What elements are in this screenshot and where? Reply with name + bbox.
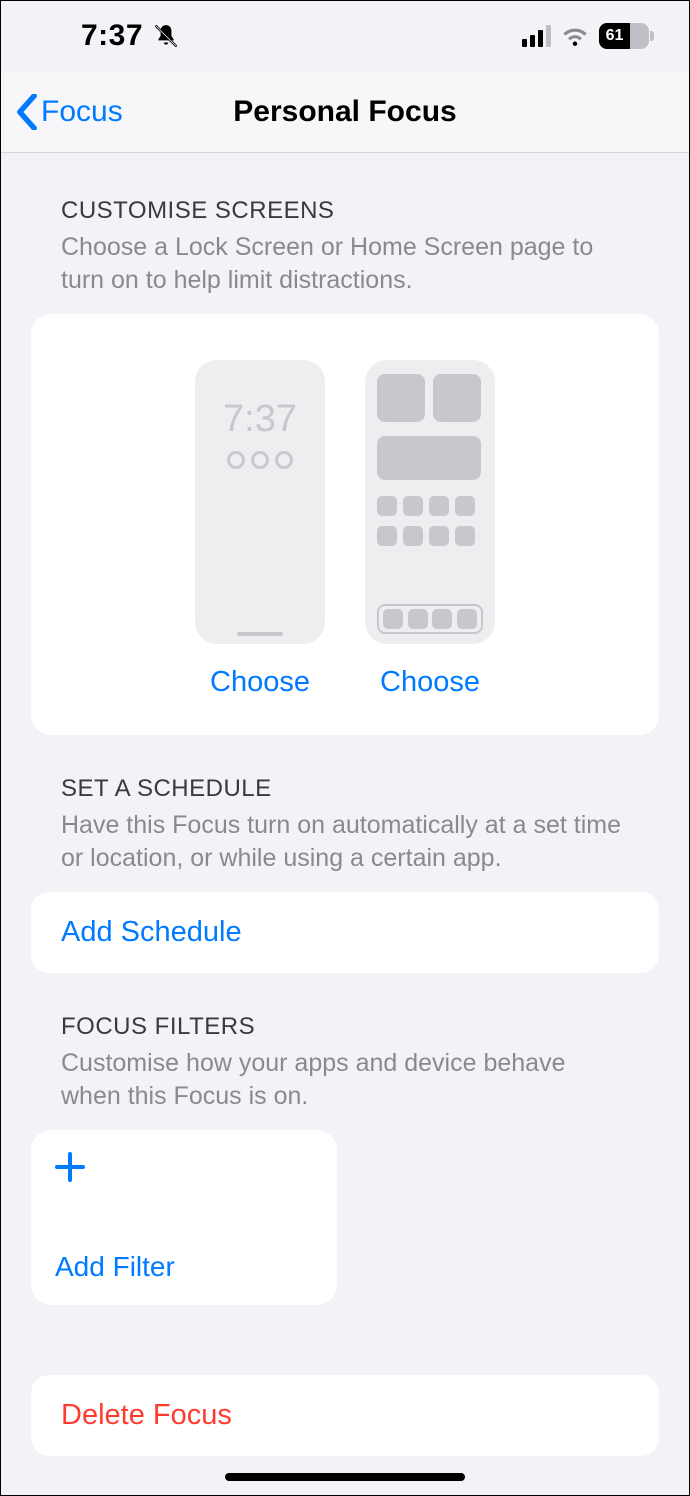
wifi-icon [561, 25, 589, 47]
home-screen-preview [365, 360, 495, 644]
add-schedule-button[interactable]: Add Schedule [31, 892, 659, 973]
choose-home-button[interactable]: Choose [380, 666, 480, 699]
plus-icon [55, 1152, 85, 1182]
back-button[interactable]: Focus [15, 94, 123, 130]
battery-level: 61 [599, 23, 630, 49]
status-time: 7:37 [81, 19, 143, 53]
screens-desc: Choose a Lock Screen or Home Screen page… [31, 231, 659, 314]
screens-header: Customise Screens [31, 153, 659, 231]
status-bar: 7:37 61 [1, 1, 689, 71]
bell-slash-icon [153, 23, 179, 49]
lock-preview-time: 7:37 [223, 398, 297, 441]
filters-desc: Customise how your apps and device behav… [31, 1047, 659, 1130]
choose-lock-button[interactable]: Choose [210, 666, 310, 699]
home-indicator[interactable] [225, 1473, 465, 1481]
status-left: 7:37 [81, 19, 179, 53]
home-preview-dock-icon [377, 604, 483, 634]
schedule-header: Set a Schedule [31, 735, 659, 809]
lock-screen-option[interactable]: 7:37 Choose [195, 360, 325, 699]
filters-header: Focus Filters [31, 973, 659, 1047]
add-filter-card[interactable]: Add Filter [31, 1130, 337, 1305]
chevron-left-icon [15, 94, 39, 130]
add-filter-label: Add Filter [55, 1251, 313, 1283]
back-label: Focus [41, 95, 123, 129]
screens-card: 7:37 Choose Choose [31, 314, 659, 735]
delete-focus-button[interactable]: Delete Focus [31, 1375, 659, 1456]
battery-icon: 61 [599, 23, 649, 49]
lock-screen-preview: 7:37 [195, 360, 325, 644]
cellular-signal-icon [522, 25, 551, 47]
nav-bar: Focus Personal Focus [1, 71, 689, 153]
lock-preview-dots-icon [227, 451, 293, 469]
status-right: 61 [522, 23, 649, 49]
schedule-desc: Have this Focus turn on automatically at… [31, 809, 659, 892]
home-screen-option[interactable]: Choose [365, 360, 495, 699]
